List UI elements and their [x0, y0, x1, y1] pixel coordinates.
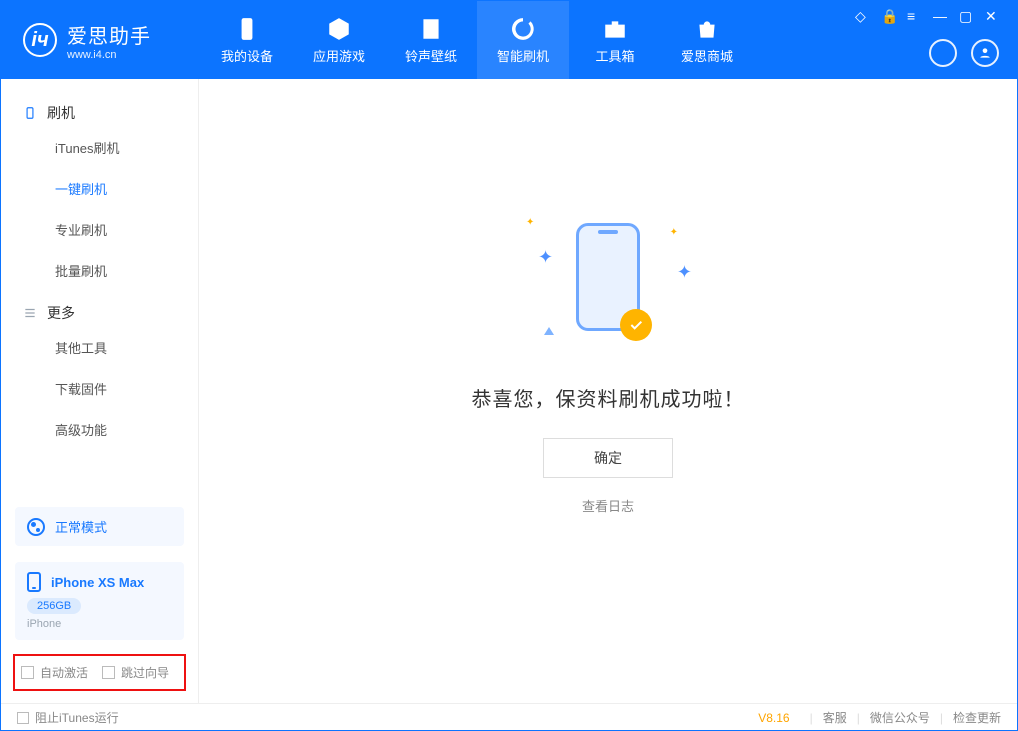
block-itunes-checkbox[interactable]: 阻止iTunes运行	[17, 709, 119, 726]
maximize-button[interactable]: ▢	[959, 9, 973, 23]
skip-guide-checkbox[interactable]: 跳过向导	[102, 664, 169, 681]
phone-icon	[234, 16, 260, 42]
spark-icon: ✦	[526, 217, 534, 228]
sidebar: 刷机 iTunes刷机 一键刷机 专业刷机 批量刷机 更多 其他工具 下载固件 …	[1, 79, 199, 703]
body: 刷机 iTunes刷机 一键刷机 专业刷机 批量刷机 更多 其他工具 下载固件 …	[1, 79, 1017, 703]
logo-text: 爱思助手 www.i4.cn	[67, 20, 151, 61]
spark-icon: ✦	[677, 262, 692, 283]
success-illustration: ✦ ✦ ✦ ✦	[508, 207, 708, 347]
footer-right: V8.16 | 客服 | 微信公众号 | 检查更新	[758, 709, 1001, 726]
mode-icon	[27, 518, 45, 536]
success-message: 恭喜您，保资料刷机成功啦！	[472, 383, 745, 412]
auto-activate-label: 自动激活	[40, 664, 88, 681]
skip-guide-label: 跳过向导	[121, 664, 169, 681]
footer-link-support[interactable]: 客服	[823, 709, 847, 726]
lock-icon[interactable]: 🔒	[881, 9, 895, 23]
checkbox-icon	[17, 712, 29, 724]
footer-link-wechat[interactable]: 微信公众号	[870, 709, 930, 726]
nav-store[interactable]: 爱思商城	[661, 1, 753, 79]
footer-left: 阻止iTunes运行	[17, 709, 119, 726]
corner-icons	[929, 39, 999, 67]
device-name: iPhone XS Max	[51, 575, 144, 590]
footer: 阻止iTunes运行 V8.16 | 客服 | 微信公众号 | 检查更新	[1, 703, 1017, 731]
nav-flash[interactable]: 智能刷机	[477, 1, 569, 79]
mode-card[interactable]: 正常模式	[15, 507, 184, 546]
check-badge	[620, 309, 652, 341]
auto-activate-checkbox[interactable]: 自动激活	[21, 664, 88, 681]
brand-cn: 爱思助手	[67, 20, 151, 49]
version-label: V8.16	[758, 711, 789, 725]
sidebar-group-flash: 刷机	[1, 91, 198, 127]
nav-toolbox[interactable]: 工具箱	[569, 1, 661, 79]
device-type: iPhone	[27, 618, 172, 630]
check-icon	[628, 317, 644, 333]
titlebar: ◇ 🔒 ≡ — ▢ ✕	[855, 9, 999, 23]
nav-label: 智能刷机	[497, 46, 549, 65]
close-button[interactable]: ✕	[985, 9, 999, 23]
sidebar-scroll: 刷机 iTunes刷机 一键刷机 专业刷机 批量刷机 更多 其他工具 下载固件 …	[1, 79, 198, 499]
checkbox-icon	[21, 666, 34, 679]
header: iч 爱思助手 www.i4.cn 我的设备 应用游戏 铃声壁纸 智能刷机 工具…	[1, 1, 1017, 79]
triangle-icon	[544, 327, 554, 335]
nav-label: 应用游戏	[313, 46, 365, 65]
device-icon	[27, 572, 41, 592]
bag-icon	[694, 16, 720, 42]
sidebar-item-advanced[interactable]: 高级功能	[1, 409, 198, 450]
tshirt-icon[interactable]: ◇	[855, 9, 869, 23]
footer-link-update[interactable]: 检查更新	[953, 709, 1001, 726]
device-icon	[23, 106, 37, 120]
download-button[interactable]	[929, 39, 957, 67]
nav-apps[interactable]: 应用游戏	[293, 1, 385, 79]
user-icon	[978, 46, 992, 60]
device-card[interactable]: iPhone XS Max 256GB iPhone	[15, 562, 184, 640]
brand-en: www.i4.cn	[67, 49, 151, 61]
sidebar-item-batch[interactable]: 批量刷机	[1, 250, 198, 291]
sidebar-item-other[interactable]: 其他工具	[1, 327, 198, 368]
view-log-link[interactable]: 查看日志	[582, 496, 634, 515]
nav-ringtones[interactable]: 铃声壁纸	[385, 1, 477, 79]
sidebar-item-pro[interactable]: 专业刷机	[1, 209, 198, 250]
nav: 我的设备 应用游戏 铃声壁纸 智能刷机 工具箱 爱思商城	[201, 1, 753, 79]
note-icon	[418, 16, 444, 42]
nav-label: 铃声壁纸	[405, 46, 457, 65]
minimize-button[interactable]: —	[933, 9, 947, 23]
checkbox-icon	[102, 666, 115, 679]
nav-label: 工具箱	[595, 46, 634, 65]
logo-icon: iч	[23, 23, 57, 57]
mode-label: 正常模式	[55, 517, 107, 536]
header-right: ◇ 🔒 ≡ — ▢ ✕	[855, 1, 999, 79]
nav-my-device[interactable]: 我的设备	[201, 1, 293, 79]
cube-icon	[326, 16, 352, 42]
group-title: 更多	[47, 303, 75, 323]
main: ✦ ✦ ✦ ✦ 恭喜您，保资料刷机成功啦！ 确定 查看日志	[199, 79, 1017, 703]
logo[interactable]: iч 爱思助手 www.i4.cn	[1, 20, 201, 61]
account-button[interactable]	[971, 39, 999, 67]
group-title: 刷机	[47, 103, 75, 123]
sidebar-group-more: 更多	[1, 291, 198, 327]
spark-icon: ✦	[538, 247, 553, 268]
sidebar-item-firmware[interactable]: 下载固件	[1, 368, 198, 409]
sidebar-item-itunes[interactable]: iTunes刷机	[1, 127, 198, 168]
menu-icon[interactable]: ≡	[907, 9, 921, 23]
options-row: 自动激活 跳过向导	[13, 654, 186, 691]
refresh-icon	[510, 16, 536, 42]
nav-label: 爱思商城	[681, 46, 733, 65]
briefcase-icon	[602, 16, 628, 42]
spark-icon: ✦	[670, 227, 678, 238]
download-icon	[936, 46, 950, 60]
ok-button[interactable]: 确定	[543, 438, 673, 478]
nav-label: 我的设备	[221, 46, 273, 65]
sidebar-item-oneclick[interactable]: 一键刷机	[1, 168, 198, 209]
list-icon	[23, 306, 37, 320]
block-itunes-label: 阻止iTunes运行	[35, 709, 119, 726]
device-storage: 256GB	[27, 598, 81, 614]
